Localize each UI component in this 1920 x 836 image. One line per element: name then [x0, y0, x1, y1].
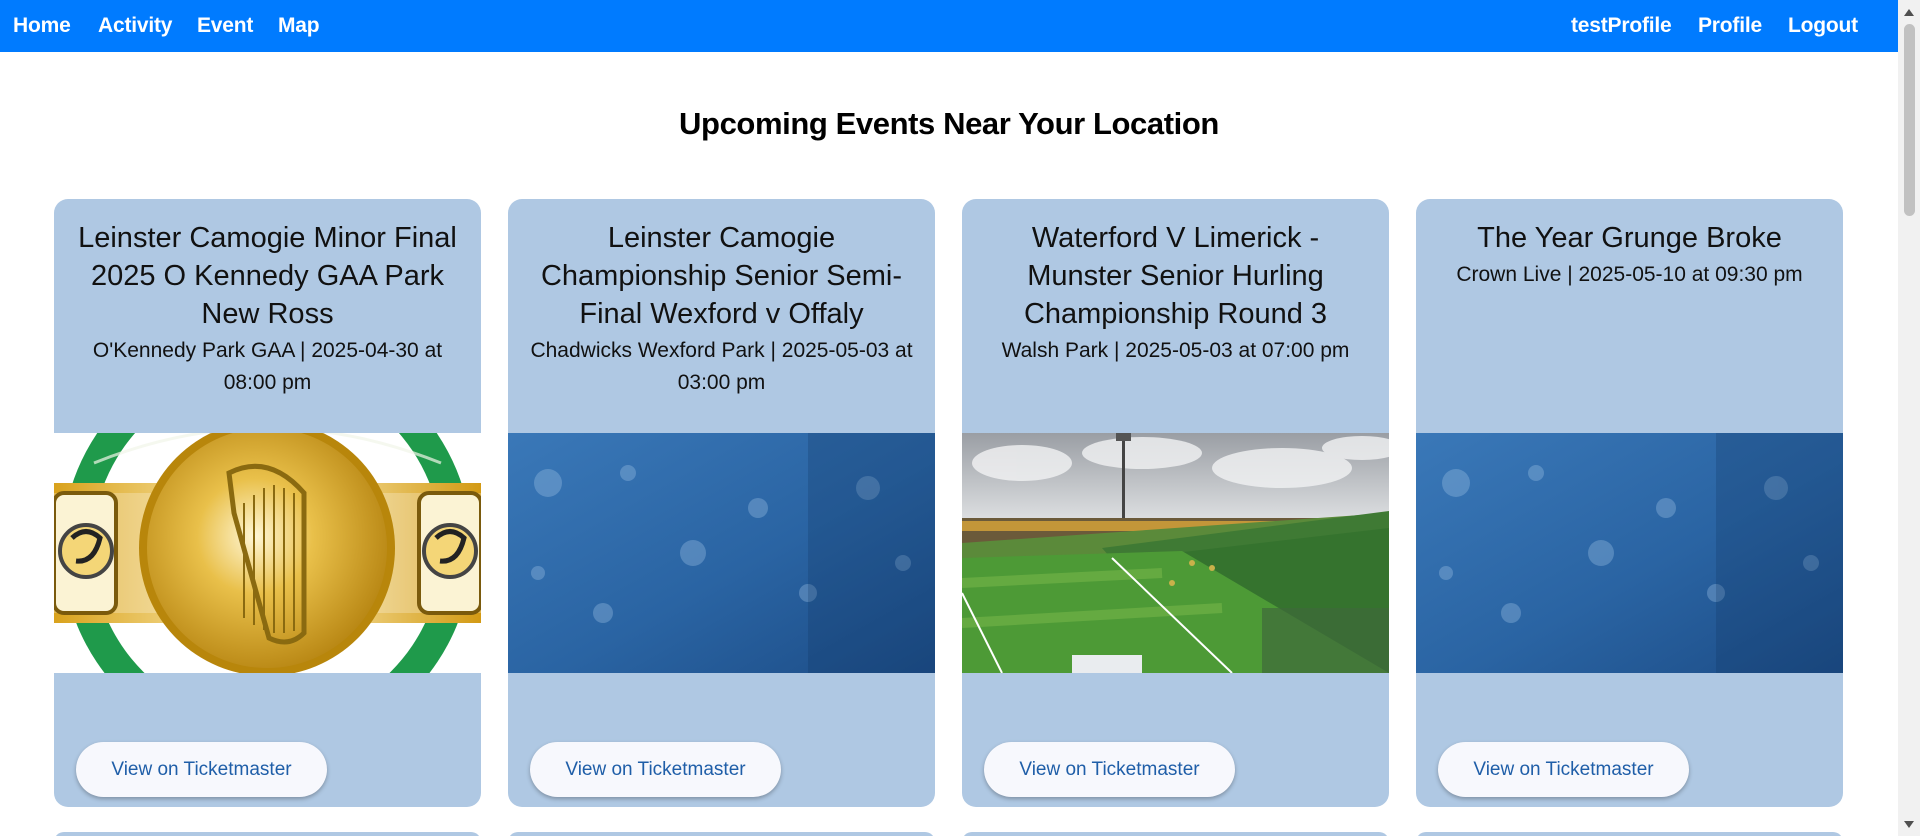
- view-on-ticketmaster-button[interactable]: View on Ticketmaster: [76, 742, 327, 797]
- event-card-header: Leinster Camogie Minor Final 2025 O Kenn…: [70, 219, 465, 399]
- event-title: Waterford V Limerick - Munster Senior Hu…: [1023, 222, 1328, 330]
- nav-profile-link[interactable]: Profile: [1698, 0, 1762, 52]
- event-card-header: Leinster Camogie Championship Senior Sem…: [524, 219, 919, 399]
- event-venue-date: Chadwicks Wexford Park | 2025-05-03 at 0…: [530, 339, 913, 394]
- nav-event-link[interactable]: Event: [197, 0, 253, 52]
- event-image: [54, 433, 481, 673]
- event-venue-date: Crown Live | 2025-05-10 at 09:30 pm: [1456, 263, 1803, 286]
- scroll-down-arrow-icon[interactable]: [1898, 814, 1920, 834]
- event-image: [962, 433, 1389, 673]
- camogie-logo-image: [54, 433, 481, 673]
- event-card-header: The Year Grunge Broke Crown Live | 2025-…: [1432, 219, 1827, 291]
- vertical-scrollbar[interactable]: [1898, 0, 1920, 836]
- view-on-ticketmaster-button[interactable]: View on Ticketmaster: [530, 742, 781, 797]
- event-venue-date: O'Kennedy Park GAA | 2025-04-30 at 08:00…: [92, 339, 443, 394]
- view-on-ticketmaster-button[interactable]: View on Ticketmaster: [984, 742, 1235, 797]
- event-card: Waterford V Limerick - Munster Senior Hu…: [962, 199, 1389, 807]
- nav-testprofile-link[interactable]: testProfile: [1571, 0, 1672, 52]
- event-card-header: Waterford V Limerick - Munster Senior Hu…: [978, 219, 1373, 367]
- blue-bokeh-image: [508, 433, 935, 673]
- event-card-next-row: [1416, 832, 1843, 836]
- stadium-crowd-image: [962, 433, 1389, 673]
- top-navbar: Home Activity Event Map testProfile Prof…: [0, 0, 1898, 52]
- event-card: Leinster Camogie Championship Senior Sem…: [508, 199, 935, 807]
- event-card-next-row: [508, 832, 935, 836]
- event-card: Leinster Camogie Minor Final 2025 O Kenn…: [54, 199, 481, 807]
- nav-logout-link[interactable]: Logout: [1788, 0, 1858, 52]
- event-title: The Year Grunge Broke: [1477, 222, 1782, 254]
- event-title: Leinster Camogie Minor Final 2025 O Kenn…: [78, 222, 457, 330]
- event-image: [1416, 433, 1843, 673]
- event-venue-date: Walsh Park | 2025-05-03 at 07:00 pm: [1001, 339, 1350, 362]
- scrollbar-thumb[interactable]: [1904, 24, 1915, 216]
- blue-bokeh-image: [1416, 433, 1843, 673]
- event-image: [508, 433, 935, 673]
- event-card: The Year Grunge Broke Crown Live | 2025-…: [1416, 199, 1843, 807]
- event-card-next-row: [54, 832, 481, 836]
- nav-activity-link[interactable]: Activity: [98, 0, 172, 52]
- view-on-ticketmaster-button[interactable]: View on Ticketmaster: [1438, 742, 1689, 797]
- scroll-up-arrow-icon[interactable]: [1898, 2, 1920, 22]
- event-title: Leinster Camogie Championship Senior Sem…: [540, 222, 903, 330]
- nav-map-link[interactable]: Map: [278, 0, 320, 52]
- nav-home-link[interactable]: Home: [13, 0, 71, 52]
- event-card-next-row: [962, 832, 1389, 836]
- page-title: Upcoming Events Near Your Location: [679, 106, 1219, 141]
